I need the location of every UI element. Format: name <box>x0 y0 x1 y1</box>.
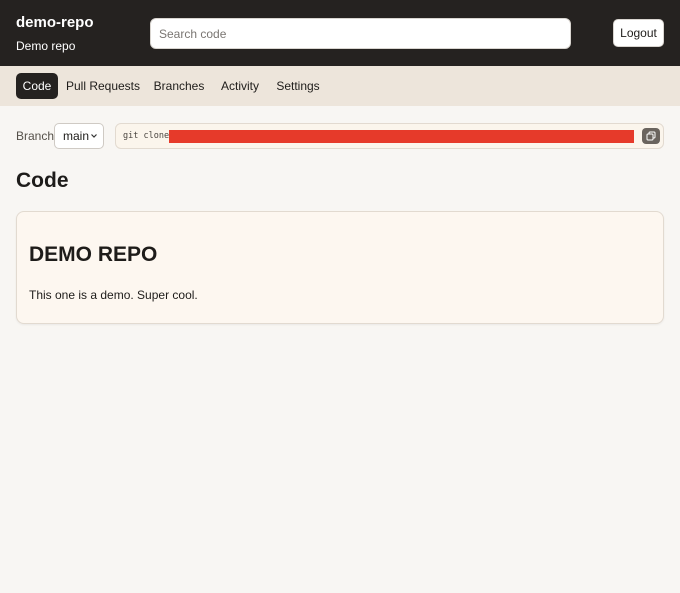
readme-heading: DEMO REPO <box>29 243 158 266</box>
chevron-down-icon <box>91 134 97 138</box>
branch-select-value: main <box>63 129 90 143</box>
tab-settings[interactable]: Settings <box>271 73 325 99</box>
search-input[interactable] <box>150 18 571 49</box>
top-header: demo-repo Demo repo Logout <box>0 0 680 66</box>
clone-url-field[interactable] <box>169 130 634 143</box>
tab-pull-requests[interactable]: Pull Requests <box>64 73 142 99</box>
readme-body: This one is a demo. Super cool. <box>29 288 198 302</box>
branch-label: Branch <box>16 129 55 143</box>
clone-label: git clone <box>123 131 170 141</box>
clone-box: git clone <box>115 123 664 149</box>
repo-name[interactable]: demo-repo <box>16 14 94 31</box>
logout-button[interactable]: Logout <box>613 19 664 47</box>
readme-card: DEMO REPO This one is a demo. Super cool… <box>16 211 664 324</box>
tab-activity[interactable]: Activity <box>216 73 264 99</box>
repo-nav: Code Pull Requests Branches Activity Set… <box>0 66 680 106</box>
repo-description: Demo repo <box>16 39 76 53</box>
branch-select[interactable]: main <box>54 123 104 149</box>
copy-button[interactable] <box>642 128 660 144</box>
page-title: Code <box>16 169 69 192</box>
copy-icon <box>646 131 656 141</box>
tab-code[interactable]: Code <box>16 73 58 99</box>
tab-branches[interactable]: Branches <box>150 73 208 99</box>
